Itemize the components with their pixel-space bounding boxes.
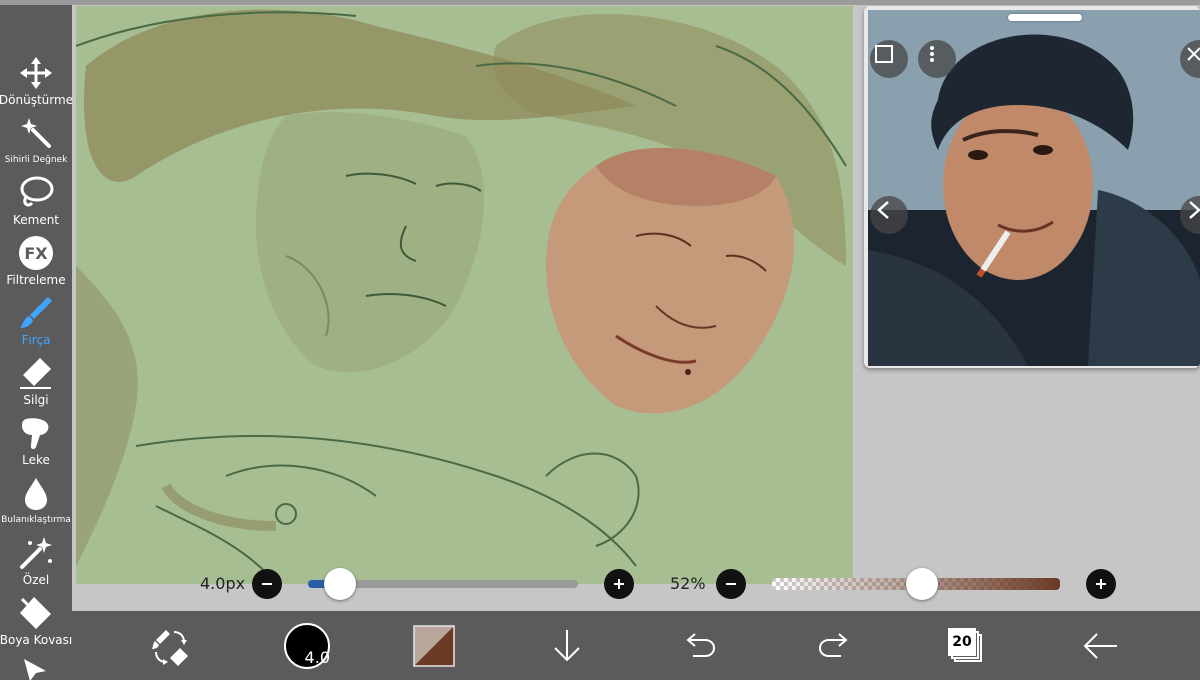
reference-prev-button[interactable] xyxy=(870,196,908,234)
arrow-left-icon xyxy=(1083,632,1117,659)
layer-count: 20 xyxy=(948,627,976,656)
minus-icon xyxy=(262,583,272,585)
more-vertical-icon xyxy=(930,46,934,62)
reference-menu-button[interactable] xyxy=(918,40,956,78)
opacity-decrease-button[interactable] xyxy=(716,569,746,599)
drawing-canvas[interactable] xyxy=(76,6,853,584)
blur-drop-icon xyxy=(16,473,56,513)
reference-frame-button[interactable] xyxy=(870,40,908,78)
tool-paint-bucket-label: Boya Kovası xyxy=(0,633,73,647)
opacity-value: 52% xyxy=(670,574,706,593)
color-swatch xyxy=(413,624,455,667)
close-icon xyxy=(1187,47,1200,61)
eraser-icon xyxy=(16,353,56,393)
tool-transform-label: Dönüştürme xyxy=(0,93,74,107)
brush-size-value: 4.0px xyxy=(200,574,246,593)
ibispaint-app: Dönüştürme Sihirli Değnek Kement FX Filt… xyxy=(0,0,1200,680)
redo-icon xyxy=(818,632,848,657)
tool-brush[interactable]: Fırça xyxy=(0,293,72,353)
plus-icon xyxy=(1096,579,1106,589)
tool-smudge-label: Leke xyxy=(22,453,50,467)
tool-smudge[interactable]: Leke xyxy=(0,413,72,473)
left-toolbar: Dönüştürme Sihirli Değnek Kement FX Filt… xyxy=(0,5,74,680)
opacity-increase-button[interactable] xyxy=(1086,569,1116,599)
brush-size-increase-button[interactable] xyxy=(604,569,634,599)
chevron-right-icon xyxy=(1189,201,1200,219)
bottom-toolbar: 4.0 20 xyxy=(72,611,1200,680)
back-button[interactable] xyxy=(1070,611,1130,680)
top-status-strip xyxy=(0,0,1200,5)
tool-special[interactable]: Özel xyxy=(0,533,72,593)
minus-icon xyxy=(726,583,736,585)
magic-wand-icon xyxy=(16,113,56,153)
sparkle-icon xyxy=(16,533,56,573)
reference-window[interactable] xyxy=(864,6,1200,368)
tool-magic-wand[interactable]: Sihirli Değnek xyxy=(0,113,72,173)
brush-size-preview-button[interactable]: 4.0 xyxy=(272,611,342,680)
redo-button[interactable] xyxy=(804,611,864,680)
brush-size-decrease-button[interactable] xyxy=(252,569,282,599)
brush-size-thumb[interactable] xyxy=(324,568,357,600)
smudge-finger-icon xyxy=(16,413,56,453)
tool-lasso[interactable]: Kement xyxy=(0,173,72,233)
artwork-sketch xyxy=(76,6,853,584)
fx-badge: FX xyxy=(19,236,53,270)
tool-brush-label: Fırça xyxy=(21,333,51,347)
plus-icon xyxy=(614,579,624,589)
reference-drag-handle[interactable] xyxy=(1008,14,1082,21)
layers-stack-icon: 20 xyxy=(948,627,984,664)
brush-eraser-swap-icon xyxy=(152,629,188,666)
undo-icon xyxy=(686,632,716,657)
frame-square-icon xyxy=(875,45,893,63)
download-arrow-button[interactable] xyxy=(537,611,597,680)
quick-tool-switch-button[interactable] xyxy=(140,611,200,680)
fx-icon: FX xyxy=(16,233,56,273)
brush-size-preview-label: 4.0 xyxy=(304,647,330,667)
undo-button[interactable] xyxy=(670,611,730,680)
brush-size-preview-circle: 4.0 xyxy=(284,622,330,669)
tool-magic-wand-label: Sihirli Değnek xyxy=(4,155,68,165)
tool-filter-label: Filtreleme xyxy=(6,273,66,287)
move-arrows-icon xyxy=(16,53,56,93)
tool-paint-bucket[interactable]: Boya Kovası xyxy=(0,593,72,653)
color-swatch-button[interactable] xyxy=(404,611,464,680)
tool-filter[interactable]: FX Filtreleme xyxy=(0,233,72,293)
pointer-arrow-icon[interactable] xyxy=(22,657,50,680)
arrow-down-icon xyxy=(554,629,580,661)
lasso-icon xyxy=(16,173,56,213)
tool-special-label: Özel xyxy=(22,573,50,587)
chevron-left-icon xyxy=(877,201,889,219)
brush-icon xyxy=(16,293,56,333)
tool-blur-label: Bulanıklaştırma xyxy=(1,515,71,525)
tool-lasso-label: Kement xyxy=(12,213,60,227)
layers-button[interactable]: 20 xyxy=(936,611,996,680)
tool-eraser-label: Silgi xyxy=(23,393,49,407)
opacity-thumb[interactable] xyxy=(905,568,938,600)
tool-blur[interactable]: Bulanıklaştırma xyxy=(0,473,72,533)
tool-transform[interactable]: Dönüştürme xyxy=(0,53,74,113)
tool-eraser[interactable]: Silgi xyxy=(0,353,72,413)
paint-bucket-icon xyxy=(16,593,56,633)
